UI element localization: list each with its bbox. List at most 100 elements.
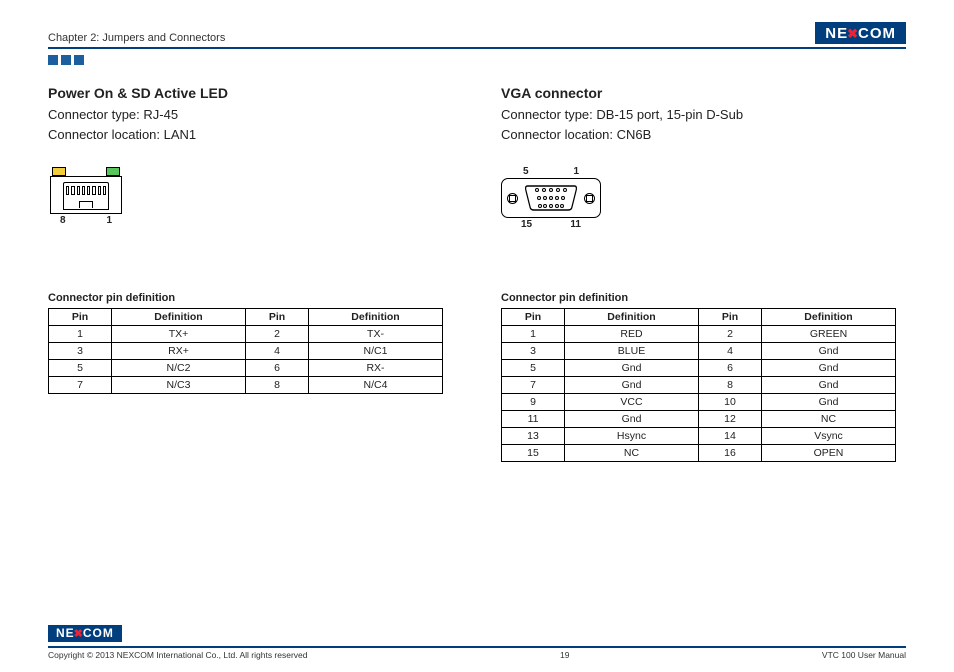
pin-cell: 9 <box>502 394 565 411</box>
table-row: 7Gnd8Gnd <box>502 377 896 394</box>
pin-cell: 4 <box>245 343 308 360</box>
th-def2: Definition <box>762 309 896 326</box>
pin-cell: 3 <box>502 343 565 360</box>
definition-cell: RX+ <box>112 343 246 360</box>
header-rule <box>48 47 906 49</box>
vga-diagram: 5 1 <box>501 166 906 244</box>
pin-cell: 14 <box>698 428 761 445</box>
pin-cell: 3 <box>49 343 112 360</box>
th-def1: Definition <box>565 309 699 326</box>
footer-page-number: 19 <box>308 650 822 660</box>
table-row: 11Gnd12NC <box>502 411 896 428</box>
content: Power On & SD Active LED Connector type:… <box>48 85 906 624</box>
table-header-row: Pin Definition Pin Definition <box>49 309 443 326</box>
table-row: 15NC16OPEN <box>502 445 896 462</box>
pin-cell: 2 <box>698 326 761 343</box>
pin-cell: 5 <box>49 360 112 377</box>
footer-manual-name: VTC 100 User Manual <box>822 650 906 660</box>
table-row: 3RX+4N/C1 <box>49 343 443 360</box>
header: Chapter 2: Jumpers and Connectors NE✖COM <box>48 20 906 44</box>
definition-cell: NC <box>565 445 699 462</box>
right-connector-location: Connector location: CN6B <box>501 125 906 145</box>
right-connector-type: Connector type: DB-15 port, 15-pin D-Sub <box>501 105 906 125</box>
pin-cell: 6 <box>698 360 761 377</box>
footer-copyright: Copyright © 2013 NEXCOM International Co… <box>48 650 308 660</box>
pin-cell: 2 <box>245 326 308 343</box>
definition-cell: BLUE <box>565 343 699 360</box>
pin-cell: 10 <box>698 394 761 411</box>
pin-cell: 16 <box>698 445 761 462</box>
definition-cell: Gnd <box>762 343 896 360</box>
definition-cell: TX+ <box>112 326 246 343</box>
pin-cell: 7 <box>502 377 565 394</box>
definition-cell: Gnd <box>762 377 896 394</box>
definition-cell: TX- <box>309 326 443 343</box>
pin-cell: 8 <box>698 377 761 394</box>
rj45-pin1-label: 1 <box>106 215 112 226</box>
definition-cell: Gnd <box>565 360 699 377</box>
vga-screw-left-icon <box>507 193 518 204</box>
definition-cell: N/C2 <box>112 360 246 377</box>
nexcom-logo: NE✖COM <box>815 22 906 44</box>
table-row: 3BLUE4Gnd <box>502 343 896 360</box>
table-row: 1TX+2TX- <box>49 326 443 343</box>
definition-cell: GREEN <box>762 326 896 343</box>
definition-cell: N/C3 <box>112 377 246 394</box>
vga-bot-right-label: 11 <box>570 219 581 230</box>
rj45-led-right-icon <box>106 167 120 176</box>
th-pin1: Pin <box>49 309 112 326</box>
left-connector-type: Connector type: RJ-45 <box>48 105 453 125</box>
pin-cell: 7 <box>49 377 112 394</box>
definition-cell: NC <box>762 411 896 428</box>
definition-cell: RED <box>565 326 699 343</box>
pin-cell: 12 <box>698 411 761 428</box>
table-row: 1RED2GREEN <box>502 326 896 343</box>
left-section-description: Connector type: RJ-45 Connector location… <box>48 105 453 144</box>
definition-cell: RX- <box>309 360 443 377</box>
footer-rule <box>48 646 906 648</box>
right-column: VGA connector Connector type: DB-15 port… <box>501 85 906 624</box>
pin-cell: 13 <box>502 428 565 445</box>
rj45-pin-table: Pin Definition Pin Definition 1TX+2TX-3R… <box>48 308 443 394</box>
table-row: 9VCC10Gnd <box>502 394 896 411</box>
right-section-description: Connector type: DB-15 port, 15-pin D-Sub… <box>501 105 906 144</box>
th-def2: Definition <box>309 309 443 326</box>
th-pin1: Pin <box>502 309 565 326</box>
left-section-title: Power On & SD Active LED <box>48 85 453 101</box>
right-table-title: Connector pin definition <box>501 292 906 304</box>
footer: NE✖COM Copyright © 2013 NEXCOM Internati… <box>48 624 906 660</box>
vga-pin-table: Pin Definition Pin Definition 1RED2GREEN… <box>501 308 896 462</box>
pin-cell: 4 <box>698 343 761 360</box>
definition-cell: Gnd <box>762 394 896 411</box>
rj45-pin8-label: 8 <box>60 215 66 226</box>
rj45-led-left-icon <box>52 167 66 176</box>
definition-cell: N/C4 <box>309 377 443 394</box>
right-section-title: VGA connector <box>501 85 906 101</box>
vga-top-right-label: 1 <box>573 166 579 177</box>
pin-cell: 11 <box>502 411 565 428</box>
definition-cell: VCC <box>565 394 699 411</box>
definition-cell: Gnd <box>565 377 699 394</box>
definition-cell: Gnd <box>565 411 699 428</box>
vga-screw-right-icon <box>584 193 595 204</box>
table-row: 5Gnd6Gnd <box>502 360 896 377</box>
table-row: 7N/C38N/C4 <box>49 377 443 394</box>
table-header-row: Pin Definition Pin Definition <box>502 309 896 326</box>
left-column: Power On & SD Active LED Connector type:… <box>48 85 453 624</box>
decorative-squares <box>48 55 906 65</box>
table-row: 13Hsync14Vsync <box>502 428 896 445</box>
rj45-diagram: 8 1 <box>48 166 453 244</box>
vga-bot-left-label: 15 <box>521 219 532 230</box>
th-def1: Definition <box>112 309 246 326</box>
vga-top-left-label: 5 <box>523 166 529 177</box>
pin-cell: 6 <box>245 360 308 377</box>
definition-cell: N/C1 <box>309 343 443 360</box>
definition-cell: OPEN <box>762 445 896 462</box>
definition-cell: Hsync <box>565 428 699 445</box>
th-pin2: Pin <box>698 309 761 326</box>
nexcom-footer-logo: NE✖COM <box>48 625 122 642</box>
logo-post: COM <box>858 25 896 42</box>
definition-cell: Gnd <box>762 360 896 377</box>
pin-cell: 1 <box>502 326 565 343</box>
chapter-title: Chapter 2: Jumpers and Connectors <box>48 32 225 44</box>
